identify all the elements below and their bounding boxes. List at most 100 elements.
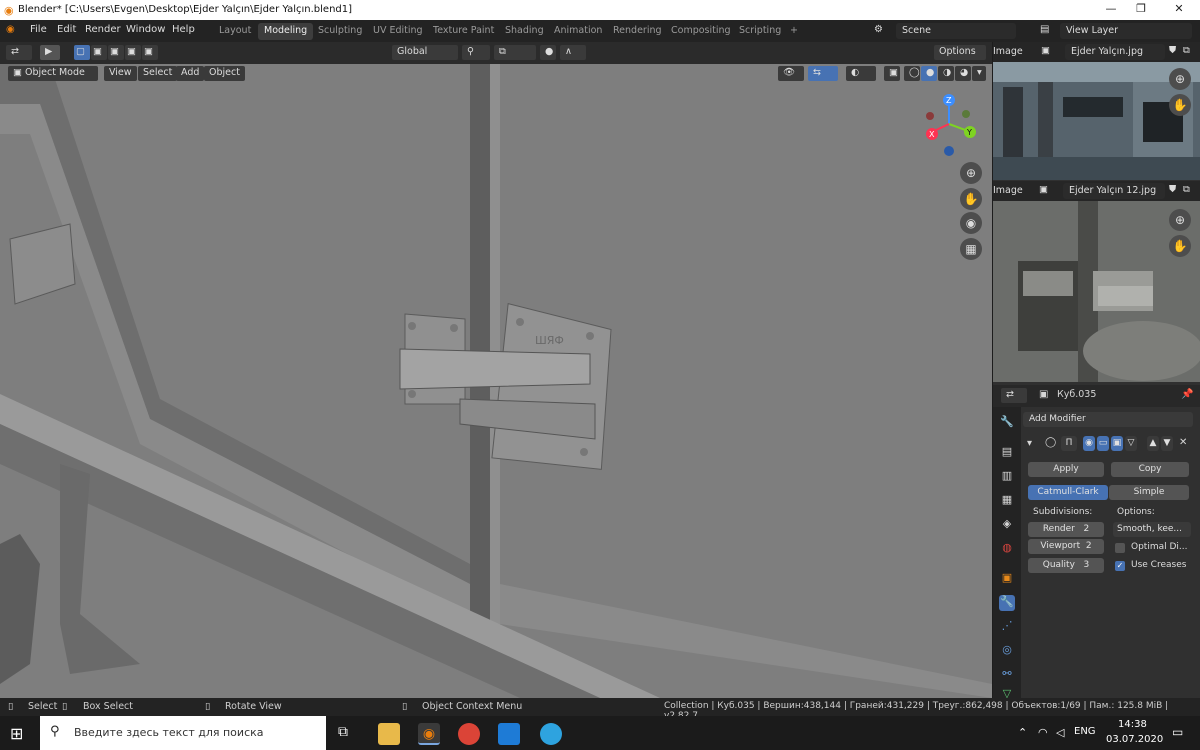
xray-icon[interactable]: ▣ bbox=[884, 66, 900, 81]
select-new-icon[interactable]: ▢ bbox=[74, 45, 90, 60]
quality-field[interactable]: Quality 3 bbox=[1028, 558, 1104, 573]
show-hidden-icons[interactable]: ⌃ bbox=[1018, 726, 1027, 739]
gizmo-neg-z[interactable] bbox=[944, 146, 954, 156]
minimize-button[interactable]: — bbox=[1096, 2, 1126, 15]
options-button[interactable]: Options bbox=[934, 45, 986, 60]
scene-selector[interactable]: Scene bbox=[896, 23, 1016, 39]
output-tab-icon[interactable]: ▥ bbox=[999, 469, 1015, 485]
visibility-icon[interactable]: 👁 bbox=[778, 66, 804, 81]
snap-icon[interactable]: ⧉ bbox=[494, 45, 536, 60]
menu-edit[interactable]: Edit bbox=[57, 24, 76, 35]
image-menu-label[interactable]: Image bbox=[993, 46, 1023, 57]
render-levels-field[interactable]: Render 2 bbox=[1028, 522, 1104, 537]
image-menu-label[interactable]: Image bbox=[993, 185, 1023, 196]
image-browse-icon[interactable]: ▣ bbox=[1039, 184, 1048, 195]
gizmo-neg-x[interactable] bbox=[926, 112, 934, 120]
file-explorer-icon[interactable] bbox=[378, 723, 400, 745]
physics-tab-icon[interactable]: ◎ bbox=[999, 643, 1015, 659]
menu-render[interactable]: Render bbox=[85, 24, 121, 35]
pan-hand-icon[interactable]: ✋ bbox=[1169, 235, 1191, 257]
volume-icon[interactable]: ◁ bbox=[1056, 726, 1064, 739]
reference-image-2[interactable]: ⊕ ✋ bbox=[993, 201, 1200, 382]
clock-date[interactable]: 03.07.2020 bbox=[1106, 734, 1163, 745]
zoom-icon[interactable]: ⊕ bbox=[1169, 68, 1191, 90]
move-down-icon[interactable]: ▼ bbox=[1161, 436, 1173, 451]
object-tab-icon[interactable]: ▣ bbox=[999, 571, 1015, 587]
blender-taskbar-icon[interactable]: ◉ bbox=[418, 723, 440, 745]
cage-toggle-icon[interactable]: ▽ bbox=[1125, 436, 1137, 451]
zoom-icon[interactable]: ⊕ bbox=[960, 162, 982, 184]
tab-sculpting[interactable]: Sculpting bbox=[312, 23, 368, 40]
wifi-icon[interactable]: ◠ bbox=[1038, 726, 1048, 739]
camera-icon[interactable]: ◉ bbox=[960, 212, 982, 234]
editmode-toggle-icon[interactable]: ▣ bbox=[1111, 436, 1123, 451]
fake-user-icon[interactable]: ⛊ bbox=[1169, 45, 1176, 56]
wireframe-shading-icon[interactable]: ◯ bbox=[904, 66, 920, 81]
reference-image-1[interactable]: ⊕ ✋ bbox=[993, 62, 1200, 180]
copy-button[interactable]: Copy bbox=[1111, 462, 1189, 477]
tab-shading[interactable]: Shading bbox=[499, 23, 550, 40]
view-layer-selector[interactable]: View Layer bbox=[1060, 23, 1192, 39]
display-toggle-icon[interactable]: ▭ bbox=[1097, 436, 1109, 451]
object-mode-dropdown[interactable]: ▣ Object Mode bbox=[8, 66, 98, 81]
editor-type-icon[interactable]: ⇄ bbox=[1001, 388, 1027, 403]
move-up-icon[interactable]: ▲ bbox=[1147, 436, 1159, 451]
add-modifier-dropdown[interactable]: Add Modifier bbox=[1023, 412, 1193, 427]
viewport-menu-object[interactable]: Object bbox=[204, 66, 245, 81]
rendered-shading-icon[interactable]: ◕ bbox=[955, 66, 971, 81]
apply-button[interactable]: Apply bbox=[1028, 462, 1104, 477]
blender-menu-icon[interactable]: ◉ bbox=[6, 24, 15, 35]
constraints-tab-icon[interactable]: ⚯ bbox=[999, 667, 1015, 683]
camera-toggle-icon[interactable]: ◉ bbox=[1083, 436, 1095, 451]
collapse-arrow-icon[interactable]: ▾ bbox=[1027, 438, 1032, 449]
image-name-field[interactable]: Ejder Yalçın 12.jpg bbox=[1063, 183, 1165, 199]
tab-compositing[interactable]: Compositing bbox=[665, 23, 737, 40]
perspective-grid-icon[interactable]: ▦ bbox=[960, 238, 982, 260]
viewport-menu-add[interactable]: Add bbox=[176, 66, 205, 81]
overlay-icon[interactable]: ◐ bbox=[846, 66, 876, 81]
telegram-icon[interactable] bbox=[540, 723, 562, 745]
chrome-icon[interactable] bbox=[458, 723, 480, 745]
select-intersect-icon[interactable]: ▣ bbox=[142, 45, 158, 60]
fake-user-icon[interactable]: ⛊ bbox=[1169, 184, 1176, 195]
windows-start-icon[interactable]: ⊞ bbox=[10, 724, 23, 743]
menu-window[interactable]: Window bbox=[126, 24, 165, 35]
tab-layout[interactable]: Layout bbox=[213, 23, 257, 40]
taskbar-search-box[interactable]: ⚲ Введите здесь текст для поиска bbox=[40, 716, 326, 750]
tool-tab-icon[interactable]: 🔧 bbox=[999, 415, 1015, 431]
select-tool-icon[interactable]: ▶ bbox=[40, 45, 60, 60]
close-button[interactable]: ✕ bbox=[1164, 2, 1194, 15]
transform-orientation[interactable]: Global bbox=[392, 45, 458, 60]
pan-hand-icon[interactable]: ✋ bbox=[1169, 94, 1191, 116]
tab-uv-editing[interactable]: UV Editing bbox=[367, 23, 429, 40]
solid-shading-icon[interactable]: ● bbox=[921, 66, 937, 81]
simple-button[interactable]: Simple bbox=[1109, 485, 1189, 500]
pivot-icon[interactable]: ⚲ bbox=[462, 45, 490, 60]
gizmo-neg-y[interactable] bbox=[962, 110, 970, 118]
use-creases-checkbox[interactable]: ✓ bbox=[1115, 561, 1125, 571]
viewport-menu-select[interactable]: Select bbox=[138, 66, 178, 81]
zoom-icon[interactable]: ⊕ bbox=[1169, 209, 1191, 231]
scene-tab-icon[interactable]: ◈ bbox=[999, 517, 1015, 533]
render-tab-icon[interactable]: ▤ bbox=[999, 445, 1015, 461]
editor-type-icon[interactable]: ⇄ bbox=[6, 45, 32, 60]
view-layer-tab-icon[interactable]: ▦ bbox=[999, 493, 1015, 509]
photos-icon[interactable] bbox=[498, 723, 520, 745]
select-invert-icon[interactable]: ▣ bbox=[125, 45, 141, 60]
pan-hand-icon[interactable]: ✋ bbox=[960, 188, 982, 210]
image-name-field[interactable]: Ejder Yalçın.jpg bbox=[1065, 44, 1165, 60]
tab-modeling[interactable]: Modeling bbox=[258, 23, 314, 40]
modifier-tab-icon[interactable]: 🔧 bbox=[999, 595, 1015, 611]
material-shading-icon[interactable]: ◑ bbox=[938, 66, 954, 81]
menu-file[interactable]: File bbox=[30, 24, 47, 35]
menu-help[interactable]: Help bbox=[172, 24, 195, 35]
tab-rendering[interactable]: Rendering bbox=[607, 23, 668, 40]
image-new-icon[interactable]: ⧉ bbox=[1183, 184, 1190, 195]
proportional-icon[interactable]: ● bbox=[540, 45, 556, 60]
pin-icon[interactable]: 📌 bbox=[1181, 389, 1193, 400]
world-tab-icon[interactable]: ◍ bbox=[999, 541, 1015, 557]
select-extend-icon[interactable]: ▣ bbox=[91, 45, 107, 60]
viewport-levels-field[interactable]: Viewport 2 bbox=[1028, 539, 1104, 554]
3d-viewport[interactable]: ШЯФ Z Y X ⊕ ✋ ◉ ▦ ▣ Object Mode View Sel… bbox=[0, 64, 992, 698]
modifier-name-field[interactable]: П bbox=[1061, 436, 1077, 451]
